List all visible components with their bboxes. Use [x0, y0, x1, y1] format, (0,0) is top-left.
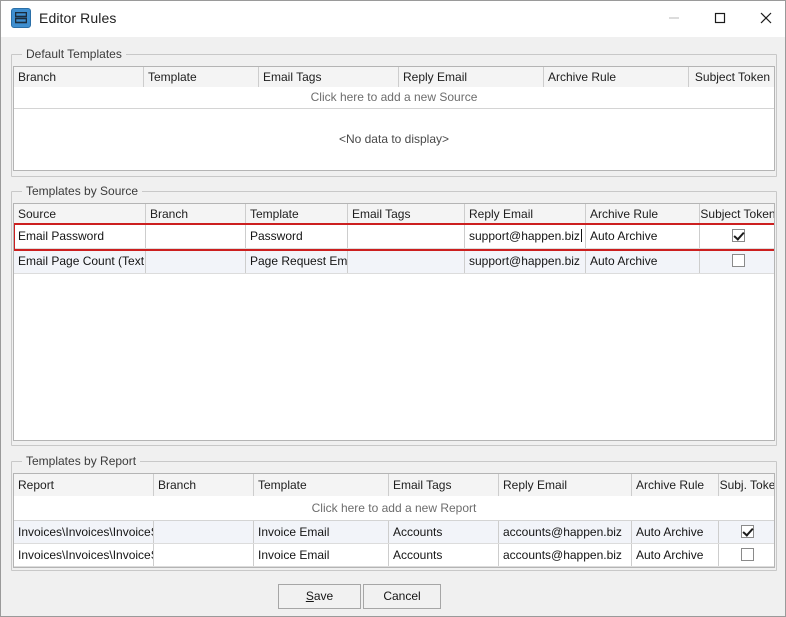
save-accel-letter: S: [306, 589, 314, 603]
cell-template[interactable]: Invoice Email: [254, 521, 389, 543]
templates-by-source-grid[interactable]: Source Branch Template Email Tags Reply …: [13, 203, 775, 441]
subject-token-checkbox[interactable]: [741, 525, 754, 538]
templates-by-report-legend: Templates by Report: [22, 454, 140, 468]
col-email-tags[interactable]: Email Tags: [259, 67, 399, 87]
cell-reply-email[interactable]: support@happen.biz: [465, 249, 586, 273]
text-caret: [581, 229, 582, 242]
editor-rules-glyph: [15, 12, 27, 24]
col-source[interactable]: Source: [14, 204, 146, 224]
cell-template[interactable]: Invoice Email: [254, 544, 389, 566]
default-templates-grid[interactable]: Branch Template Email Tags Reply Email A…: [13, 66, 775, 171]
col-subject-token[interactable]: Subject Token: [689, 67, 775, 87]
table-row[interactable]: Invoices\Invoices\InvoiceSa Invoice Emai…: [14, 521, 774, 544]
subject-token-checkbox[interactable]: [732, 229, 745, 242]
col-archive-rule[interactable]: Archive Rule: [586, 204, 700, 224]
col-branch[interactable]: Branch: [154, 474, 254, 496]
cancel-button[interactable]: Cancel: [363, 584, 441, 609]
save-button[interactable]: Save: [278, 584, 361, 609]
cell-branch[interactable]: [154, 544, 254, 566]
cell-source[interactable]: Email Page Count (Text En: [14, 249, 146, 273]
col-branch[interactable]: Branch: [14, 67, 144, 87]
col-template[interactable]: Template: [144, 67, 259, 87]
minimize-icon[interactable]: [651, 1, 697, 34]
cell-archive-rule[interactable]: Auto Archive: [632, 544, 719, 566]
close-icon[interactable]: [743, 1, 786, 34]
col-template[interactable]: Template: [246, 204, 348, 224]
col-reply-email[interactable]: Reply Email: [465, 204, 586, 224]
cell-email-tags[interactable]: [348, 224, 465, 248]
cell-template[interactable]: Password: [246, 224, 348, 248]
templates-by-source-legend: Templates by Source: [22, 184, 142, 198]
templates-by-report-header: Report Branch Template Email Tags Reply …: [14, 474, 774, 496]
cell-reply-email[interactable]: accounts@happen.biz: [499, 544, 632, 566]
templates-by-source-header: Source Branch Template Email Tags Reply …: [14, 204, 774, 224]
cell-archive-rule[interactable]: Auto Archive: [632, 521, 719, 543]
reply-email-value: support@happen.biz: [469, 229, 580, 243]
cell-branch[interactable]: [146, 249, 246, 273]
cell-template[interactable]: Page Request Email T: [246, 249, 348, 273]
cell-subject-token[interactable]: [719, 521, 775, 543]
col-email-tags[interactable]: Email Tags: [389, 474, 499, 496]
col-archive-rule[interactable]: Archive Rule: [544, 67, 689, 87]
cell-subject-token[interactable]: [700, 224, 775, 248]
col-reply-email[interactable]: Reply Email: [399, 67, 544, 87]
table-row[interactable]: Invoices\Invoices\InvoiceSe Invoice Emai…: [14, 544, 774, 567]
cell-email-tags[interactable]: Accounts: [389, 521, 499, 543]
add-new-source-row[interactable]: Click here to add a new Source: [14, 87, 774, 109]
editor-rules-icon: [11, 8, 31, 28]
default-templates-empty-message: <No data to display>: [14, 109, 774, 169]
subject-token-checkbox[interactable]: [741, 548, 754, 561]
table-row[interactable]: Email Page Count (Text En Page Request E…: [14, 249, 774, 274]
cell-subject-token[interactable]: [719, 544, 775, 566]
cell-reply-email[interactable]: accounts@happen.biz: [499, 521, 632, 543]
cell-report[interactable]: Invoices\Invoices\InvoiceSa: [14, 521, 154, 543]
cell-source[interactable]: Email Password: [14, 224, 146, 248]
table-row[interactable]: Email Password Password support@happen.b…: [14, 224, 774, 249]
col-subject-token[interactable]: Subject Token: [700, 204, 775, 224]
col-report[interactable]: Report: [14, 474, 154, 496]
cell-branch[interactable]: [154, 521, 254, 543]
title-bar: Editor Rules: [1, 1, 786, 37]
cell-report[interactable]: Invoices\Invoices\InvoiceSe: [14, 544, 154, 566]
col-template[interactable]: Template: [254, 474, 389, 496]
cell-branch[interactable]: [146, 224, 246, 248]
editor-rules-window: Editor Rules Default Templates Branch Te…: [0, 0, 786, 617]
save-label-rest: ave: [314, 589, 333, 603]
col-reply-email[interactable]: Reply Email: [499, 474, 632, 496]
cell-subject-token[interactable]: [700, 249, 775, 273]
cell-archive-rule[interactable]: Auto Archive: [586, 249, 700, 273]
cell-reply-email-editing[interactable]: support@happen.biz: [465, 224, 586, 248]
add-new-report-row[interactable]: Click here to add a new Report: [14, 496, 774, 521]
col-subject-token[interactable]: Subj. Toke: [719, 474, 775, 496]
subject-token-checkbox[interactable]: [732, 254, 745, 267]
col-email-tags[interactable]: Email Tags: [348, 204, 465, 224]
cell-email-tags[interactable]: Accounts: [389, 544, 499, 566]
cell-email-tags[interactable]: [348, 249, 465, 273]
page-title: Editor Rules: [39, 10, 116, 26]
default-templates-header: Branch Template Email Tags Reply Email A…: [14, 67, 774, 87]
col-branch[interactable]: Branch: [146, 204, 246, 224]
default-templates-legend: Default Templates: [22, 47, 126, 61]
templates-by-report-grid[interactable]: Report Branch Template Email Tags Reply …: [13, 473, 775, 568]
maximize-icon[interactable]: [697, 1, 743, 34]
col-archive-rule[interactable]: Archive Rule: [632, 474, 719, 496]
cell-archive-rule[interactable]: Auto Archive: [586, 224, 700, 248]
